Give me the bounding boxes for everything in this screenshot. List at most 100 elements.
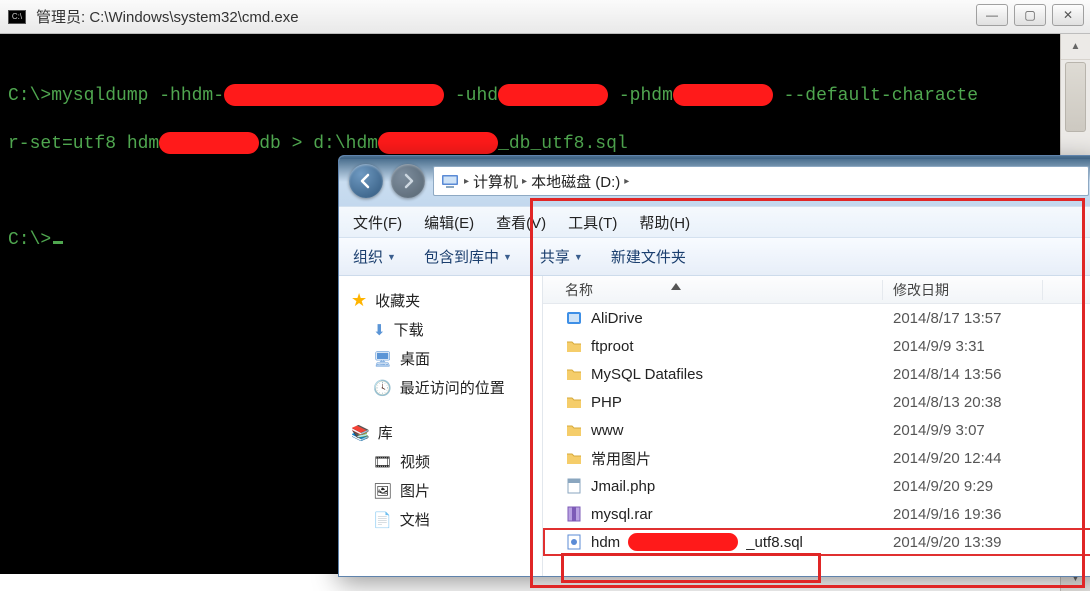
tb-newfolder[interactable]: 新建文件夹: [611, 246, 686, 267]
file-name: Jmail.php: [591, 478, 655, 495]
file-name-part: _utf8.sql: [746, 534, 803, 551]
cmd-text: db > d:\hdm: [259, 134, 378, 154]
cmd-text: r-set=utf8 hdm: [8, 134, 159, 154]
explorer-menubar: 文件(F) 编辑(E) 查看(V) 工具(T) 帮助(H): [339, 206, 1090, 238]
file-name-cell: AliDrive: [543, 309, 883, 327]
file-row[interactable]: PHP2014/8/13 20:38: [543, 388, 1090, 416]
folder-icon: [565, 337, 583, 355]
minimize-button[interactable]: —: [976, 4, 1008, 26]
chevron-right-icon: ▸: [624, 176, 629, 187]
col-name[interactable]: 名称: [543, 280, 883, 300]
sidebar-favorites[interactable]: ★收藏夹: [345, 286, 536, 315]
nav-forward-button[interactable]: [391, 164, 425, 198]
tb-organize[interactable]: 组织▼: [353, 246, 396, 267]
redacted-db: [159, 132, 259, 154]
explorer-body: ★收藏夹 ⬇下载 🖥桌面 🕓最近访问的位置 📚库 🎞视频 🖼图片 📄文档 名称 …: [339, 276, 1090, 576]
menu-edit[interactable]: 编辑(E): [424, 212, 474, 233]
col-date[interactable]: 修改日期: [883, 280, 1043, 300]
menu-help[interactable]: 帮助(H): [639, 212, 690, 233]
tb-newfolder-label: 新建文件夹: [611, 246, 686, 267]
redacted-host: [224, 84, 444, 106]
nav-back-button[interactable]: [349, 164, 383, 198]
sidebar-library[interactable]: 📚库: [345, 418, 536, 447]
file-row[interactable]: ftproot2014/9/9 3:31: [543, 332, 1090, 360]
sidebar-label: 库: [378, 422, 393, 443]
window-buttons: — ▢ ✕: [976, 4, 1084, 26]
file-list: AliDrive2014/8/17 13:57ftproot2014/9/9 3…: [543, 304, 1090, 576]
file-row[interactable]: www2014/9/9 3:07: [543, 416, 1090, 444]
redacted-filename: [628, 533, 738, 551]
breadcrumb-computer[interactable]: 计算机: [473, 171, 518, 192]
sidebar-docs[interactable]: 📄 文档: [345, 505, 536, 534]
cmd-title: 管理员: C:\Windows\system32\cmd.exe: [36, 6, 299, 27]
chevron-down-icon: ▼: [574, 252, 583, 262]
sidebar-label: 文档: [400, 509, 430, 530]
menu-view[interactable]: 查看(V): [496, 212, 546, 233]
file-date-cell: 2014/8/17 13:57: [883, 310, 1043, 327]
cmd-text: _db_utf8.sql: [498, 134, 628, 154]
arrow-left-icon: [358, 173, 374, 189]
file-row[interactable]: MySQL Datafiles 2014/8/14 13:56: [543, 360, 1090, 388]
file-name-cell: www: [543, 421, 883, 439]
tb-share-label: 共享: [540, 246, 570, 267]
file-row[interactable]: AliDrive2014/8/17 13:57: [543, 304, 1090, 332]
explorer-sidebar: ★收藏夹 ⬇ 下载 🖥桌面 🕓最近访问的位置 📚库 🎞 视频 🖼图片 📄 文档: [339, 276, 543, 576]
cmd-prompt-text: C:\>: [8, 230, 51, 250]
sidebar-pictures[interactable]: 🖼图片: [345, 476, 536, 505]
file-row[interactable]: hdm_utf8.sql2014/9/20 13:39: [543, 528, 1090, 556]
cmd-titlebar[interactable]: C:\ 管理员: C:\Windows\system32\cmd.exe — ▢…: [0, 0, 1090, 34]
sidebar-recent[interactable]: 🕓最近访问的位置: [345, 373, 536, 402]
file-date-cell: 2014/9/16 19:36: [883, 506, 1043, 523]
file-row[interactable]: mysql.rar 2014/9/16 19:36: [543, 500, 1090, 528]
chevron-right-icon: ▸: [464, 176, 469, 187]
scroll-thumb[interactable]: [1065, 62, 1086, 132]
file-date-cell: 2014/8/14 13:56: [883, 366, 1043, 383]
file-name-part: hdm: [591, 534, 620, 551]
maximize-button[interactable]: ▢: [1014, 4, 1046, 26]
breadcrumb[interactable]: ▸ 计算机 ▸ 本地磁盘 (D:) ▸: [433, 166, 1089, 196]
chevron-right-icon: ▸: [522, 176, 527, 187]
tb-share[interactable]: 共享 ▼: [540, 246, 583, 267]
file-name: mysql.rar: [591, 506, 653, 523]
php-icon: [565, 477, 583, 495]
sidebar-label: 视频: [400, 451, 430, 472]
close-button[interactable]: ✕: [1052, 4, 1084, 26]
explorer-toolbar: 组织▼ 包含到库中▼ 共享 ▼ 新建文件夹: [339, 238, 1090, 276]
folder-icon: [565, 421, 583, 439]
file-date-cell: 2014/9/20 9:29: [883, 478, 1043, 495]
menu-file[interactable]: 文件(F): [353, 212, 402, 233]
cmd-text: --default-characte: [773, 86, 978, 106]
file-name-cell: MySQL Datafiles: [543, 365, 883, 383]
cursor-icon: [53, 241, 63, 244]
file-row[interactable]: 常用图片2014/9/20 12:44: [543, 444, 1090, 472]
folder-icon: [565, 393, 583, 411]
explorer-window[interactable]: ▸ 计算机 ▸ 本地磁盘 (D:) ▸ 文件(F) 编辑(E) 查看(V) 工具…: [338, 155, 1090, 577]
file-name: MySQL Datafiles: [591, 366, 703, 383]
sidebar-video[interactable]: 🎞 视频: [345, 447, 536, 476]
cmd-line-2: r-set=utf8 hdm db > d:\hdm _db_utf8.sql: [8, 130, 1052, 158]
menu-tools[interactable]: 工具(T): [568, 212, 617, 233]
file-name-cell: PHP: [543, 393, 883, 411]
file-name-cell: Jmail.php: [543, 477, 883, 495]
docs-icon: 📄: [373, 511, 392, 529]
sidebar-downloads[interactable]: ⬇ 下载: [345, 315, 536, 344]
star-icon: ★: [351, 290, 367, 311]
file-name-cell: 常用图片: [543, 448, 883, 469]
scroll-up-button[interactable]: ▲: [1061, 34, 1090, 60]
download-icon: ⬇: [373, 321, 386, 339]
cmd-line-1: C:\>mysqldump -hhdm- -uhd -phdm --defaul…: [8, 82, 1052, 110]
breadcrumb-drive[interactable]: 本地磁盘 (D:): [531, 171, 620, 192]
file-row[interactable]: Jmail.php 2014/9/20 9:29: [543, 472, 1090, 500]
recent-icon: 🕓: [373, 379, 392, 397]
video-icon: 🎞: [373, 453, 392, 471]
folder-icon: [565, 365, 583, 383]
drive-icon: [565, 309, 583, 327]
sidebar-label: 下载: [394, 319, 424, 340]
file-date-cell: 2014/9/9 3:07: [883, 422, 1043, 439]
pictures-icon: 🖼: [373, 482, 392, 500]
tb-include[interactable]: 包含到库中▼: [424, 246, 512, 267]
sidebar-desktop[interactable]: 🖥桌面: [345, 344, 536, 373]
sidebar-label: 桌面: [400, 348, 430, 369]
sql-icon: [565, 533, 583, 551]
file-date-cell: 2014/9/20 12:44: [883, 450, 1043, 467]
